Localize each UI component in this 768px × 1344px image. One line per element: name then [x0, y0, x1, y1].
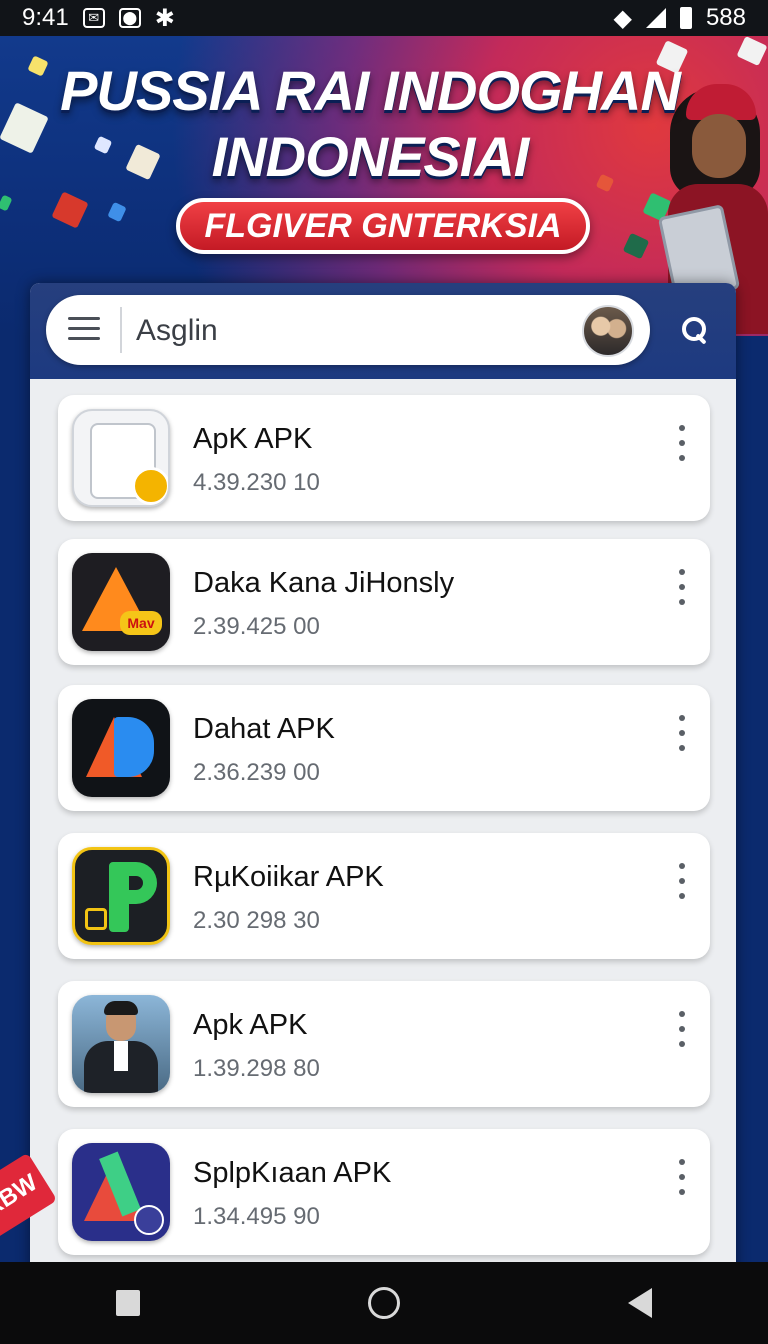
app-list-card: ApK APK 4.39.230 10 Mav Daka Kana JiHons…: [30, 283, 736, 1283]
banner-cta-button[interactable]: FLGIVER GNTERKSIA: [176, 198, 590, 254]
signal-icon: [645, 8, 666, 28]
app-notification-icon: ⬤: [118, 8, 141, 28]
more-vertical-icon[interactable]: [668, 569, 696, 605]
more-vertical-icon[interactable]: [668, 715, 696, 751]
app-icon-badge: Mav: [120, 611, 162, 635]
notification-icon: ✉: [82, 8, 105, 28]
app-version: 2.36.239 00: [193, 759, 320, 786]
app-version: 1.39.298 80: [193, 1055, 320, 1082]
app-name: RµKoiikar APK: [193, 861, 384, 893]
app-icon: Mav: [72, 553, 170, 651]
search-header: [30, 283, 736, 379]
list-item[interactable]: RµKoiikar APK 2.30 298 30: [58, 833, 710, 959]
app-icon: [72, 1143, 170, 1241]
triangle-back-icon: [628, 1288, 652, 1318]
system-nav-bar: [0, 1262, 768, 1344]
banner-title-line2: INDONESIAI: [211, 125, 530, 188]
search-input[interactable]: [134, 307, 558, 355]
confetti: [51, 191, 89, 229]
status-bar: 9:41 ✉ ⬤ ✱ ◆ 588: [0, 0, 768, 36]
search-button[interactable]: [670, 305, 720, 355]
recents-button[interactable]: [98, 1273, 158, 1333]
search-divider: [120, 307, 122, 353]
wifi-icon: ◆: [613, 4, 632, 32]
app-name: Dahat APK: [193, 713, 335, 745]
app-version: 1.34.495 90: [193, 1203, 320, 1230]
app-icon: [72, 409, 170, 507]
list-item[interactable]: Apk APK 1.39.298 80: [58, 981, 710, 1107]
more-vertical-icon[interactable]: [668, 863, 696, 899]
hamburger-icon[interactable]: [68, 317, 100, 343]
app-version: 2.39.425 00: [193, 613, 320, 640]
battery-icon: [679, 7, 692, 29]
status-right: ◆ 588: [613, 4, 746, 33]
confetti: [622, 232, 650, 260]
list-item[interactable]: SplpKıaan APK 1.34.495 90: [58, 1129, 710, 1255]
app-version: 2.30 298 30: [193, 907, 320, 934]
status-time: 9:41: [22, 4, 69, 31]
app-version: 4.39.230 10: [193, 469, 320, 496]
list-item[interactable]: Dahat APK 2.36.239 00: [58, 685, 710, 811]
confetti: [107, 201, 127, 223]
back-button[interactable]: [610, 1273, 670, 1333]
confetti: [736, 36, 768, 67]
more-vertical-icon[interactable]: [668, 1011, 696, 1047]
search-bar[interactable]: [46, 295, 650, 365]
user-avatar[interactable]: [582, 305, 634, 357]
banner-title-line1: PUSSIA RAI INDOGHAN: [60, 59, 681, 122]
app-name: ApK APK: [193, 423, 313, 455]
list-item[interactable]: ApK APK 4.39.230 10: [58, 395, 710, 521]
badge-icon: [132, 467, 168, 505]
more-vertical-icon[interactable]: [668, 425, 696, 461]
confetti: [0, 194, 13, 212]
app-icon: [72, 995, 170, 1093]
status-left: 9:41 ✉ ⬤ ✱: [22, 4, 175, 33]
app-name: Apk APK: [193, 1009, 308, 1041]
list-item[interactable]: Mav Daka Kana JiHonsly 2.39.425 00: [58, 539, 710, 665]
battery-level: 588: [705, 4, 746, 31]
app-name: SplpKıaan APK: [193, 1157, 392, 1189]
app-icon: [72, 699, 170, 797]
home-button[interactable]: [354, 1273, 414, 1333]
search-icon: [682, 317, 708, 343]
square-icon: [116, 1290, 140, 1316]
app-icon: [72, 847, 170, 945]
more-vertical-icon[interactable]: [668, 1159, 696, 1195]
app-name: Daka Kana JiHonsly: [193, 567, 455, 599]
bluetooth-icon: ✱: [154, 4, 175, 32]
circle-icon: [368, 1287, 400, 1319]
